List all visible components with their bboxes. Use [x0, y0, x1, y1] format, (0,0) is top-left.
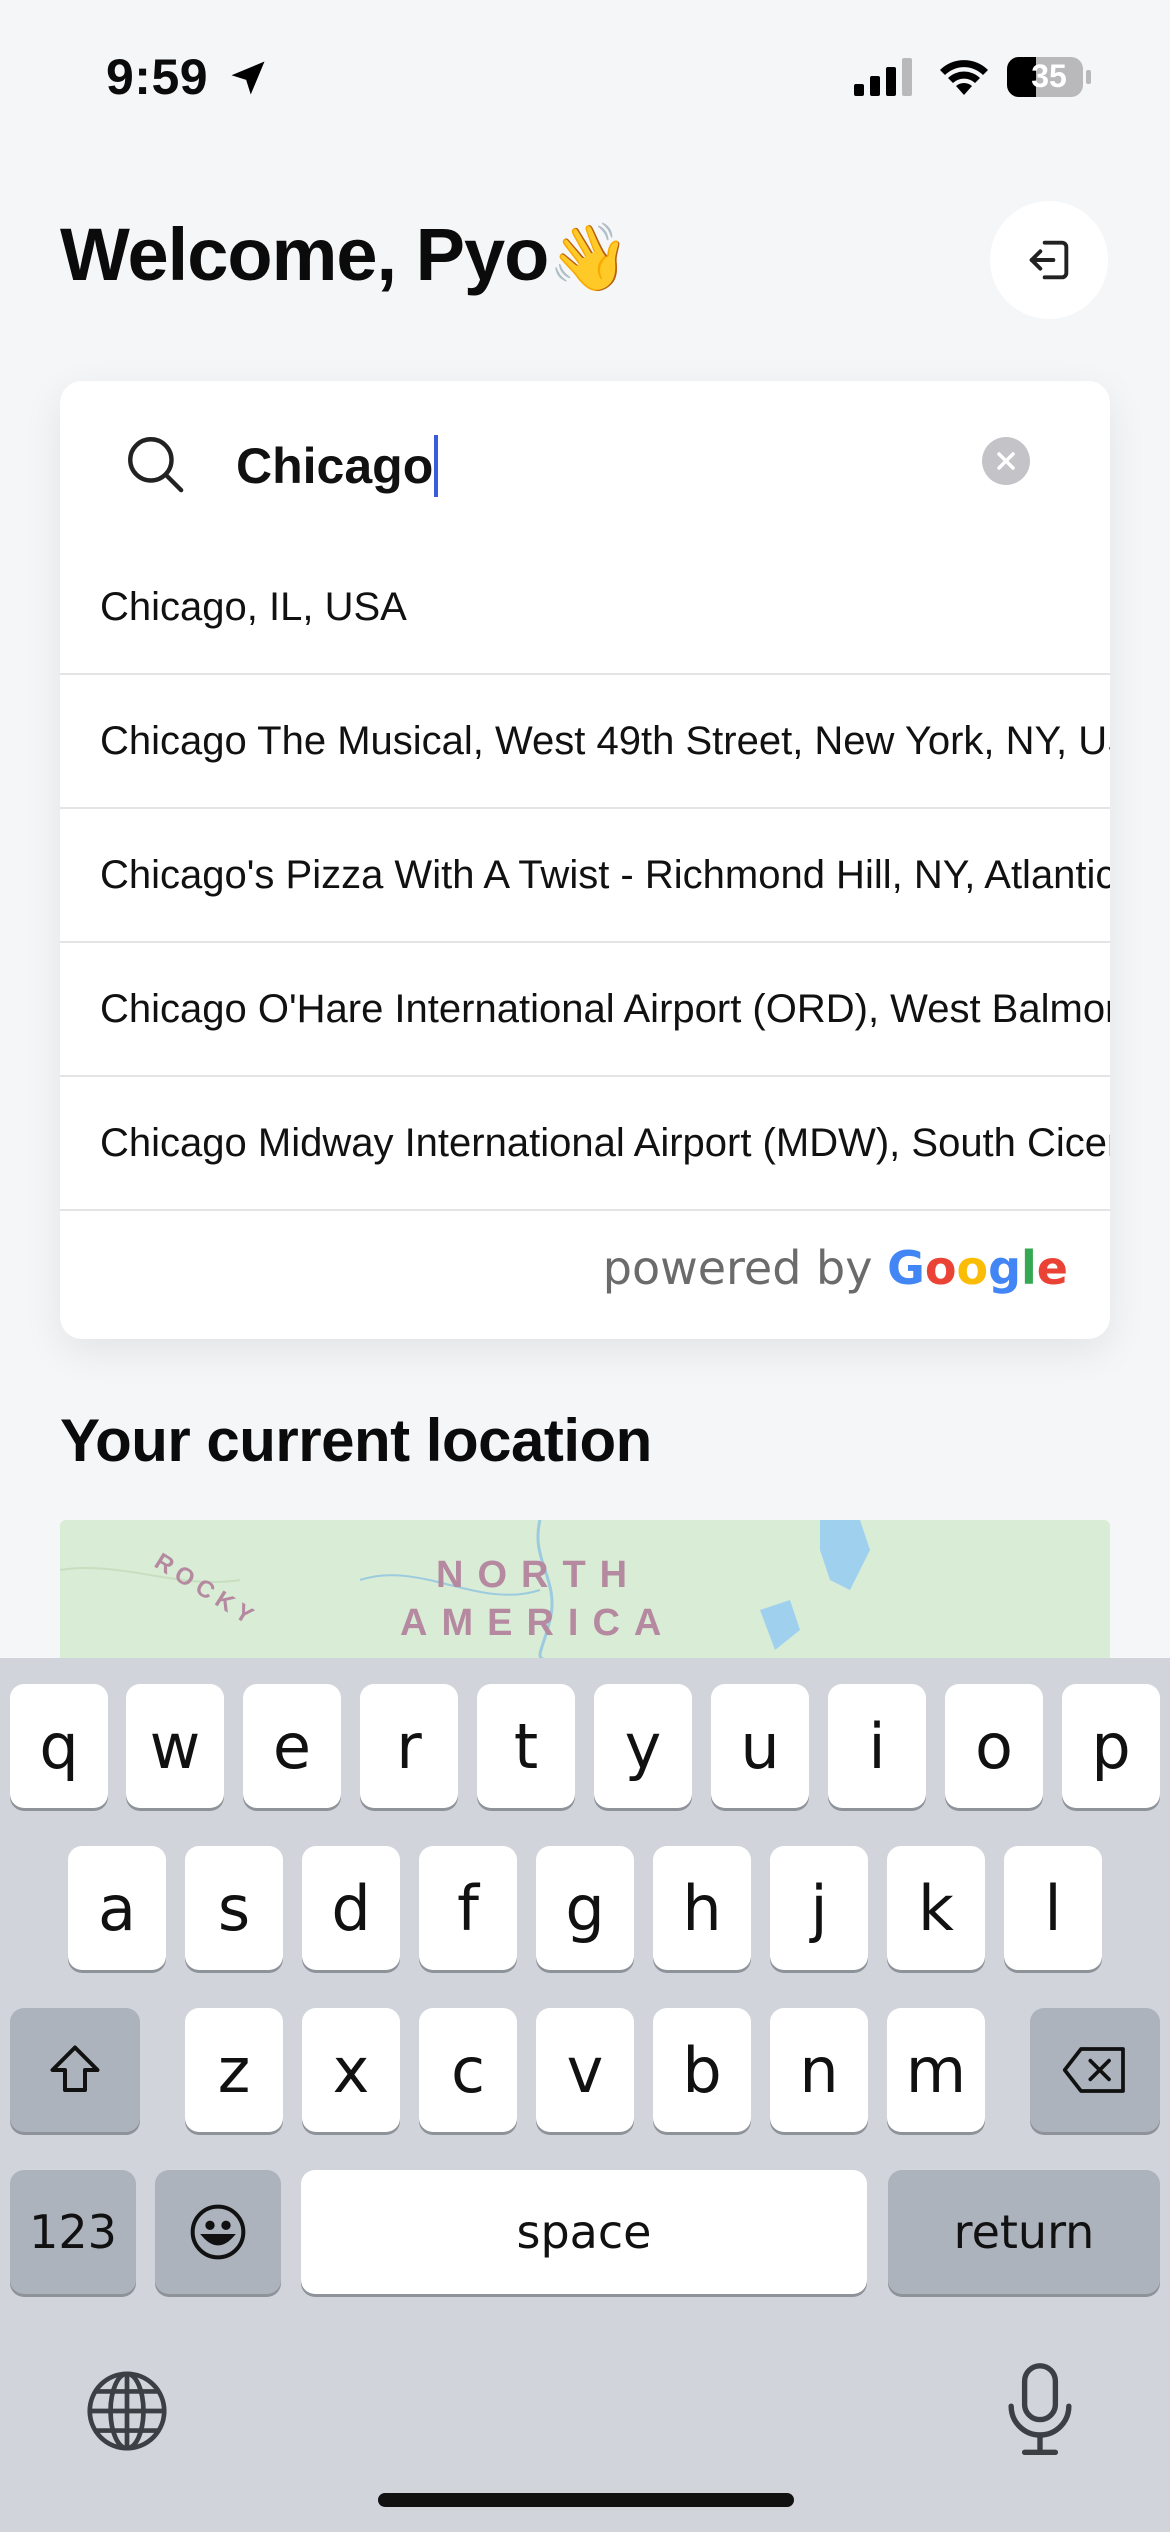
- search-result-item[interactable]: Chicago's Pizza With A Twist - Richmond …: [60, 809, 1110, 943]
- emoji-icon: [190, 2204, 246, 2260]
- key-c[interactable]: c: [419, 2008, 517, 2132]
- key-l[interactable]: l: [1004, 1846, 1102, 1970]
- key-b[interactable]: b: [653, 2008, 751, 2132]
- key-u[interactable]: u: [711, 1684, 809, 1808]
- delete-key[interactable]: [1030, 2008, 1160, 2132]
- status-bar: 9:59 35: [0, 0, 1170, 150]
- clear-search-button[interactable]: [982, 437, 1030, 485]
- key-y[interactable]: y: [594, 1684, 692, 1808]
- key-h[interactable]: h: [653, 1846, 751, 1970]
- key-s[interactable]: s: [185, 1846, 283, 1970]
- return-key[interactable]: return: [888, 2170, 1160, 2294]
- key-x[interactable]: x: [302, 2008, 400, 2132]
- key-a[interactable]: a: [68, 1846, 166, 1970]
- space-key[interactable]: space: [301, 2170, 867, 2294]
- key-o[interactable]: o: [945, 1684, 1043, 1808]
- google-logo-letter: o: [924, 1241, 957, 1295]
- key-g[interactable]: g: [536, 1846, 634, 1970]
- logout-button[interactable]: [990, 201, 1108, 319]
- battery-level: 35: [1031, 58, 1067, 94]
- numbers-key[interactable]: 123: [10, 2170, 136, 2294]
- key-w[interactable]: w: [126, 1684, 224, 1808]
- page-title: Welcome, Pyo👋: [60, 212, 631, 297]
- wifi-icon: [940, 60, 988, 95]
- search-bar[interactable]: Chicago: [60, 381, 1110, 541]
- emoji-key[interactable]: [155, 2170, 281, 2294]
- status-time: 9:59: [106, 49, 209, 105]
- google-logo-letter: e: [1036, 1241, 1068, 1295]
- key-j[interactable]: j: [770, 1846, 868, 1970]
- key-n[interactable]: n: [770, 2008, 868, 2132]
- map-label-america: AMERICA: [400, 1602, 676, 1644]
- search-result-item[interactable]: Chicago, IL, USA: [60, 541, 1110, 675]
- key-p[interactable]: p: [1062, 1684, 1160, 1808]
- search-results-list: Chicago, IL, USA Chicago The Musical, We…: [60, 541, 1110, 1211]
- microphone-icon: [1008, 2363, 1072, 2455]
- search-result-item[interactable]: Chicago Midway International Airport (MD…: [60, 1077, 1110, 1211]
- key-k[interactable]: k: [887, 1846, 985, 1970]
- logout-icon: [1029, 240, 1069, 280]
- home-indicator[interactable]: [378, 2493, 794, 2507]
- search-card: Chicago Chicago, IL, USA Chicago The Mus…: [60, 381, 1110, 1339]
- location-arrow-icon: [231, 61, 265, 95]
- search-input[interactable]: Chicago: [236, 431, 439, 501]
- key-t[interactable]: t: [477, 1684, 575, 1808]
- search-input-value: Chicago: [236, 438, 434, 494]
- current-location-title: Your current location: [60, 1407, 652, 1474]
- key-d[interactable]: d: [302, 1846, 400, 1970]
- cellular-signal-icon: [854, 58, 912, 96]
- google-logo-letter: G: [887, 1241, 925, 1295]
- dictation-button[interactable]: [1000, 2360, 1080, 2460]
- battery-icon: 35: [1006, 56, 1092, 98]
- powered-by-text: powered by: [602, 1241, 873, 1295]
- shift-icon: [50, 2045, 100, 2092]
- globe-button[interactable]: [80, 2364, 174, 2458]
- globe-icon: [87, 2371, 167, 2451]
- key-q[interactable]: q: [10, 1684, 108, 1808]
- key-z[interactable]: z: [185, 2008, 283, 2132]
- shift-key[interactable]: [10, 2008, 140, 2132]
- on-screen-keyboard: q w e r t y u i o p a s d f g h j k l z …: [0, 1658, 1170, 2532]
- key-r[interactable]: r: [360, 1684, 458, 1808]
- google-logo-letter: o: [956, 1241, 989, 1295]
- welcome-text: Welcome, Pyo: [60, 213, 549, 296]
- google-logo-letter: l: [1021, 1241, 1037, 1295]
- location-map[interactable]: ROCKY NORTH AMERICA: [60, 1520, 1110, 1660]
- google-logo: Google: [887, 1241, 1068, 1295]
- delete-icon: [1062, 2047, 1125, 2093]
- wave-emoji: 👋: [548, 220, 630, 294]
- key-m[interactable]: m: [887, 2008, 985, 2132]
- key-f[interactable]: f: [419, 1846, 517, 1970]
- key-e[interactable]: e: [243, 1684, 341, 1808]
- google-logo-letter: g: [988, 1241, 1022, 1295]
- key-v[interactable]: v: [536, 2008, 634, 2132]
- search-result-item[interactable]: Chicago O'Hare International Airport (OR…: [60, 943, 1110, 1077]
- powered-by-google: powered by Google: [603, 1241, 1068, 1295]
- map-label-north: NORTH: [436, 1554, 642, 1596]
- search-result-item[interactable]: Chicago The Musical, West 49th Street, N…: [60, 675, 1110, 809]
- text-caret: [434, 434, 439, 497]
- key-i[interactable]: i: [828, 1684, 926, 1808]
- clear-icon: [997, 452, 1015, 470]
- search-icon: [128, 437, 184, 493]
